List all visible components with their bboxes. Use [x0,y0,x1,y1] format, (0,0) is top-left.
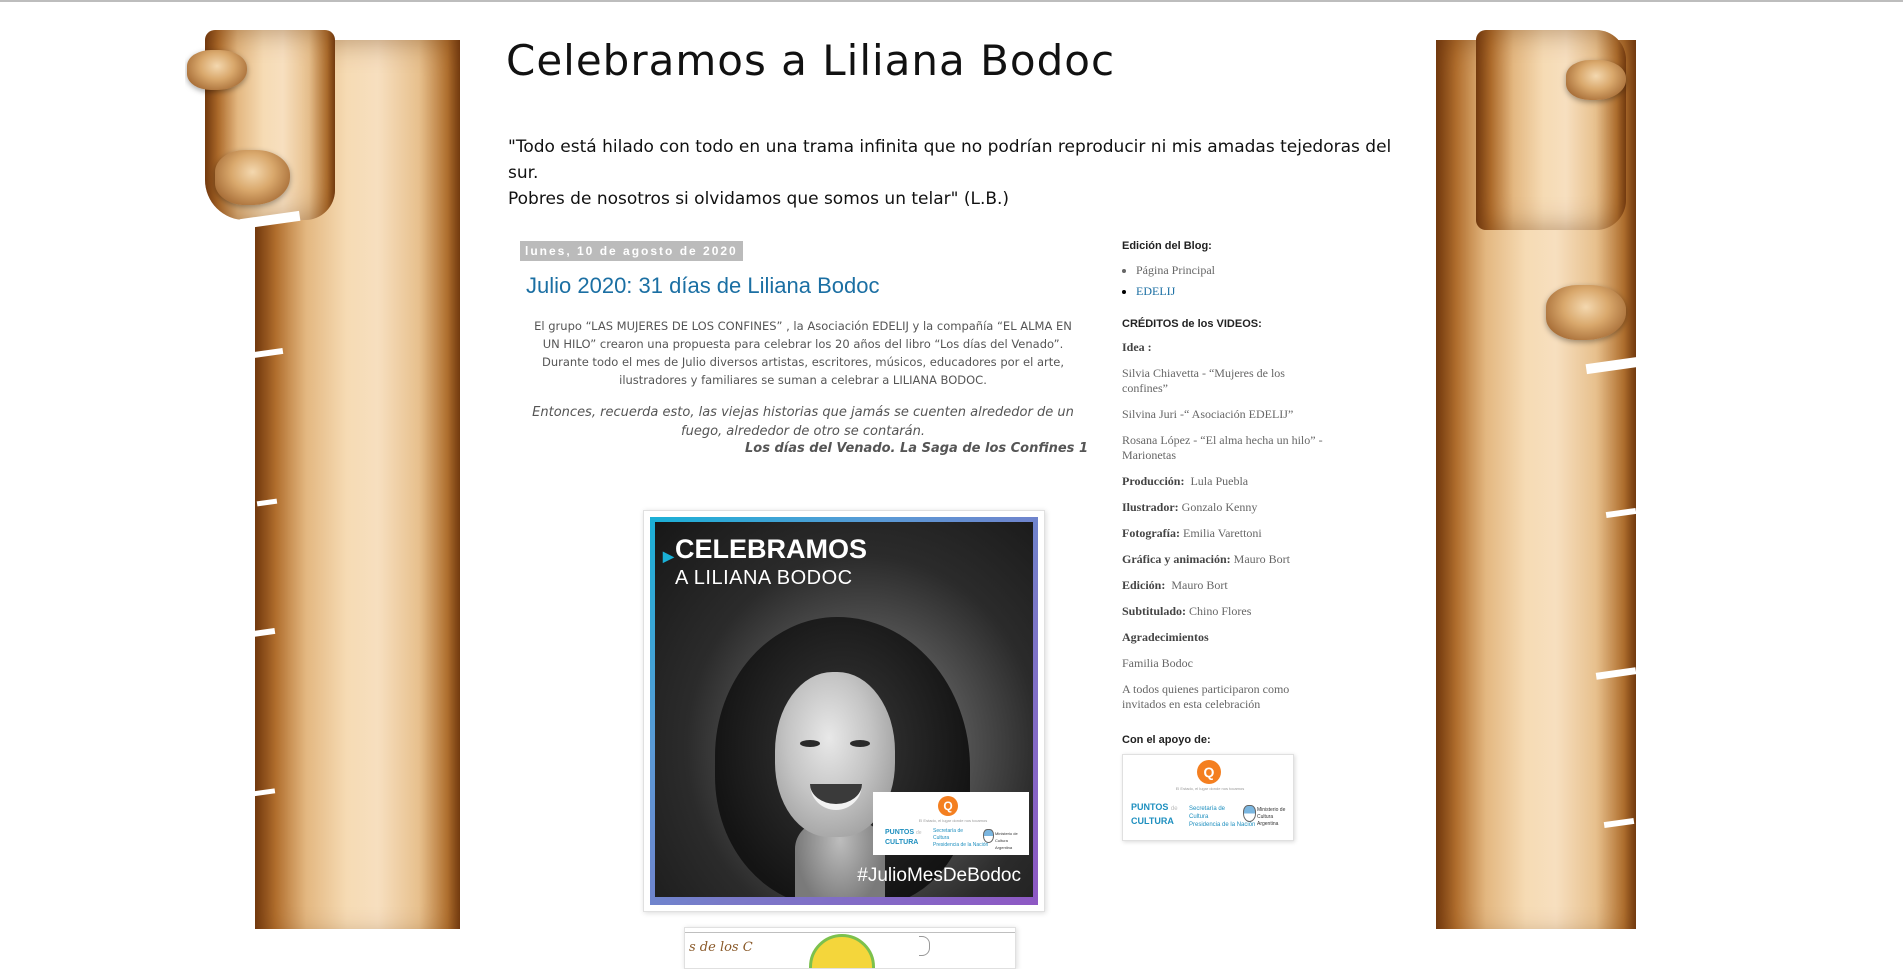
apoyo-widget-title: Con el apoyo de: [1122,734,1211,746]
grafica-value: Mauro Bort [1233,552,1290,566]
subtitulado-label: Subtitulado: [1122,604,1187,618]
apoyo-ministerio-line-1: Ministerio de Cultura [1257,807,1286,820]
right-parchment-scroll [1436,30,1649,929]
grafica-label: Gráfica y animación: [1122,552,1231,566]
apoyo-puntos-de-label: de [1170,806,1178,812]
credits-list: Idea : Silvia Chiavetta - “Mujeres de lo… [1122,340,1362,712]
edicion-value: Mauro Bort [1171,578,1228,592]
poster-photo: ▶ CELEBRAMOS A LILIANA BODOC Q El Estado… [655,522,1033,897]
second-post-image[interactable]: s de los C [684,927,1016,969]
apoyo-secretaria-line-3: Presidencia de la Nación [1189,822,1256,828]
credit-agradecimientos-2: A todos quienes participaron como invita… [1122,682,1290,711]
credit-idea-1: Silvia Chiavetta - “Mujeres de los confi… [1122,366,1285,395]
apoyo-ministerio-logo: Ministerio de Cultura Argentina [1257,807,1293,828]
post-body: El grupo “LAS MUJERES DE LOS CONFINES” ,… [534,319,1072,387]
ministerio-line-2: Argentina [995,845,1013,850]
poster-sponsor-logos: Q El Estado, el lugar donde nos tocamos … [873,792,1029,855]
idea-label: Idea : [1122,340,1152,354]
blog-description: "Todo está hilado con todo en una trama … [508,134,1408,212]
credit-fotografia: Fotografía: Emilia Varettoni [1122,526,1332,541]
poster-heading: ▶ CELEBRAMOS [663,534,868,564]
second-image-mark [919,936,930,956]
apoyo-logos-image[interactable]: Q El Estado, el lugar donde nos tocamos … [1122,754,1294,841]
poster-eye-right [850,740,870,747]
blog-content: Celebramos a Liliana Bodoc "Todo está hi… [468,30,1436,969]
main-column: lunes, 10 de agosto de 2020 Julio 2020: … [518,240,1088,969]
produccion-value: Lula Puebla [1190,474,1249,488]
blog-description-line-2: Pobres de nosotros si olvidamos que somo… [508,189,1010,209]
subtitulado-value: Chino Flores [1189,604,1252,618]
poster-border: ▶ CELEBRAMOS A LILIANA BODOC Q El Estado… [650,517,1038,905]
credit-agradecimientos-1: Familia Bodoc [1122,656,1193,670]
second-image-yellow-disk [809,934,875,968]
credit-produccion: Producción: Lula Puebla [1122,474,1332,489]
poster-hashtag: #JulioMesDeBodoc [857,865,1021,886]
poster-image[interactable]: ▶ CELEBRAMOS A LILIANA BODOC Q El Estado… [643,510,1045,912]
puntos-label: PUNTOS [885,829,915,836]
orange-q-logo-icon: Q [938,796,958,816]
second-image-text: s de los C [689,940,753,955]
edition-widget-title: Edición del Blog: [1122,240,1212,252]
apoyo-puntos-cultura-logo: PUNTOS de CULTURA [1131,801,1178,827]
post-title[interactable]: Julio 2020: 31 días de Liliana Bodoc [526,273,1088,299]
argentina-shield-icon [983,829,994,843]
edition-item-edelij[interactable]: EDELIJ [1136,281,1362,302]
credit-idea-2: Silvina Juri -“ Asociación EDELIJ” [1122,407,1294,421]
poster-heading-text: CELEBRAMOS [675,534,868,564]
credit-ilustrador: Ilustrador: Gonzalo Kenny [1122,500,1332,515]
edition-item-home-label[interactable]: Página Principal [1136,263,1215,277]
poster-subheading: A LILIANA BODOC [675,567,853,589]
secretaria-line-2: Cultura [933,835,950,841]
poster-eye-left [800,740,820,747]
orange-q-logo-icon: Q [1197,760,1221,784]
post-quote-source: Los días del Venado. La Saga de los Conf… [744,441,1088,456]
credit-idea-3: Rosana López - “El alma hecha un hilo” -… [1122,433,1323,462]
left-parchment-scroll [185,30,468,929]
ilustrador-value: Gonzalo Kenny [1181,500,1258,514]
credit-edicion: Edición: Mauro Bort [1122,578,1332,593]
play-arrow-icon: ▶ [663,548,674,564]
fotografia-label: Fotografía: [1122,526,1180,540]
ministerio-line-1: Ministerio de Cultura [995,831,1018,843]
apoyo-argentina-shield-icon [1243,805,1256,822]
edicion-label: Edición: [1122,578,1166,592]
logo-tagline: El Estado, el lugar donde nos tocamos [918,818,988,823]
edelij-link[interactable]: EDELIJ [1136,284,1175,298]
top-border [0,0,1903,2]
cultura-label: CULTURA [885,839,919,846]
edition-item-home[interactable]: Página Principal [1136,260,1362,281]
edition-links: Página Principal EDELIJ [1122,260,1362,302]
credit-idea-label: Idea : [1122,340,1332,355]
secretaria-line-1: Secretaría de [933,828,964,834]
second-image-rule [685,932,1015,933]
apoyo-cultura-label: CULTURA [1131,816,1174,826]
secretaria-line-3: Presidencia de la Nación [933,842,989,848]
ilustrador-label: Ilustrador: [1122,500,1179,514]
credits-widget-title: CRÉDITOS de los VIDEOS: [1122,318,1262,330]
sidebar: Edición del Blog: Página Principal EDELI… [1122,240,1362,841]
fotografia-value: Emilia Varettoni [1182,526,1262,540]
produccion-label: Producción: [1122,474,1185,488]
puntos-cultura-logo: PUNTOS de CULTURA [885,828,922,848]
apoyo-puntos-label: PUNTOS [1131,802,1169,812]
credit-agradecimientos: Agradecimientos [1122,630,1332,645]
apoyo-secretaria-line-1: Secretaría de [1189,806,1226,812]
blog-description-line-1: "Todo está hilado con todo en una trama … [508,137,1392,183]
secretaria-cultura-logo: Secretaría de Cultura Presidencia de la … [933,828,988,849]
apoyo-ministerio-line-2: Argentina [1257,821,1279,827]
post-date: lunes, 10 de agosto de 2020 [520,241,743,261]
blog-title[interactable]: Celebramos a Liliana Bodoc [506,36,1115,85]
post-quote: Entonces, recuerda esto, las viejas hist… [532,405,1074,439]
apoyo-secretaria-line-2: Cultura [1189,814,1209,820]
apoyo-logo-tagline: El Estado, el lugar donde nos tocamos [1175,786,1245,791]
puntos-de-label: de [916,830,922,836]
post-title-link[interactable]: Julio 2020: 31 días de Liliana Bodoc [526,273,879,298]
agradecimientos-label: Agradecimientos [1122,630,1209,644]
credit-grafica: Gráfica y animación: Mauro Bort [1122,552,1332,567]
credit-subtitulado: Subtitulado: Chino Flores [1122,604,1332,619]
ministerio-logo: Ministerio de Cultura Argentina [995,830,1029,851]
